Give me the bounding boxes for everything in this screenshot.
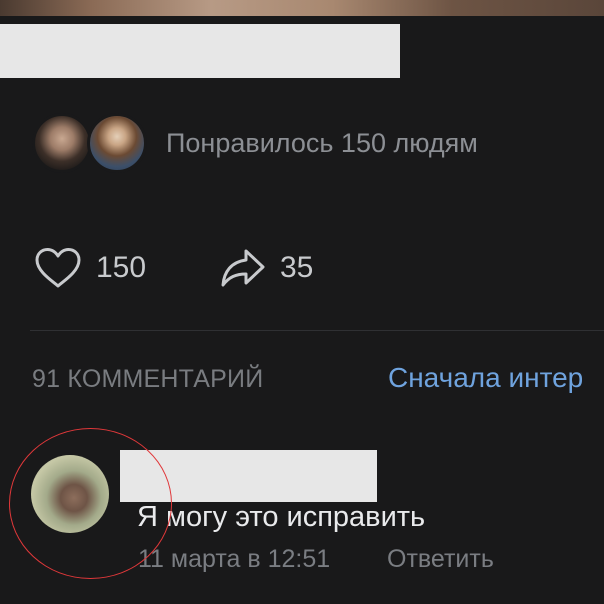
liker-avatar[interactable] — [87, 113, 147, 173]
share-count: 35 — [280, 251, 314, 284]
likes-summary[interactable]: Понравилось 150 людям — [166, 128, 478, 159]
comments-sort-link[interactable]: Сначала интер — [388, 362, 583, 394]
share-arrow-icon — [221, 249, 265, 287]
reply-button[interactable]: Ответить — [387, 545, 494, 574]
like-button[interactable]: 150 — [34, 246, 146, 290]
like-count: 150 — [96, 251, 147, 284]
comments-count: 91 КОММЕНТАРИЙ — [32, 365, 264, 393]
post-photo[interactable] — [0, 0, 604, 16]
redacted-post-caption — [0, 24, 400, 78]
share-button[interactable]: 35 — [220, 246, 313, 290]
divider — [30, 330, 604, 331]
comment-text: Я могу это исправить — [137, 501, 426, 533]
liker-avatar[interactable] — [32, 113, 92, 173]
comment-date: 11 марта в 12:51 — [138, 545, 331, 573]
heart-icon — [35, 248, 81, 288]
post-view: Понравилось 150 людям 150 35 91 КОММЕНТА… — [0, 0, 604, 604]
redacted-author-name — [120, 450, 377, 502]
likers-avatars[interactable] — [32, 113, 152, 177]
comment-author-avatar[interactable] — [31, 455, 109, 533]
